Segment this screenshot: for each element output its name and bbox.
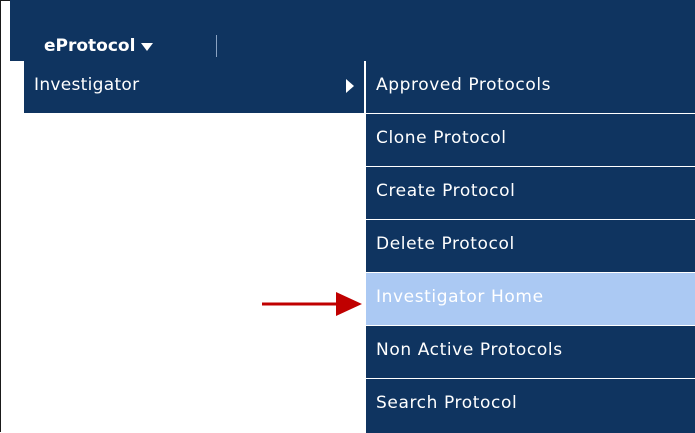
dropdown-menu-level2: Approved Protocols Clone Protocol Create…	[366, 61, 695, 433]
menu-item-label: Search Protocol	[376, 393, 518, 413]
arrow-right-icon	[262, 292, 362, 316]
eprotocol-menu-button[interactable]: eProtocol	[44, 36, 154, 56]
menu-title: eProtocol	[44, 36, 136, 56]
menu-item-label: Non Active Protocols	[376, 340, 563, 360]
menu-item-investigator-home[interactable]: Investigator Home	[366, 273, 695, 325]
menu-item-label: Create Protocol	[376, 181, 516, 201]
menu-item-label: Approved Protocols	[376, 75, 552, 95]
nav-divider	[216, 35, 217, 57]
menu-item-label: Delete Protocol	[376, 234, 515, 254]
menu-item-label: Investigator	[34, 75, 140, 95]
nav-bar-edge	[10, 58, 20, 61]
menu-item-create-protocol[interactable]: Create Protocol	[366, 167, 695, 219]
menu-item-label: Investigator Home	[376, 287, 544, 307]
dropdown-menu-level1: Investigator	[24, 61, 364, 113]
menu-item-delete-protocol[interactable]: Delete Protocol	[366, 220, 695, 272]
menu-item-label: Clone Protocol	[376, 128, 507, 148]
menu-item-approved-protocols[interactable]: Approved Protocols	[366, 61, 695, 113]
menu-item-non-active-protocols[interactable]: Non Active Protocols	[366, 326, 695, 378]
chevron-right-icon	[346, 79, 354, 93]
menu-item-investigator[interactable]: Investigator	[24, 61, 364, 113]
chevron-down-icon	[141, 43, 154, 51]
menu-item-clone-protocol[interactable]: Clone Protocol	[366, 114, 695, 166]
menu-item-search-protocol[interactable]: Search Protocol	[366, 379, 695, 431]
